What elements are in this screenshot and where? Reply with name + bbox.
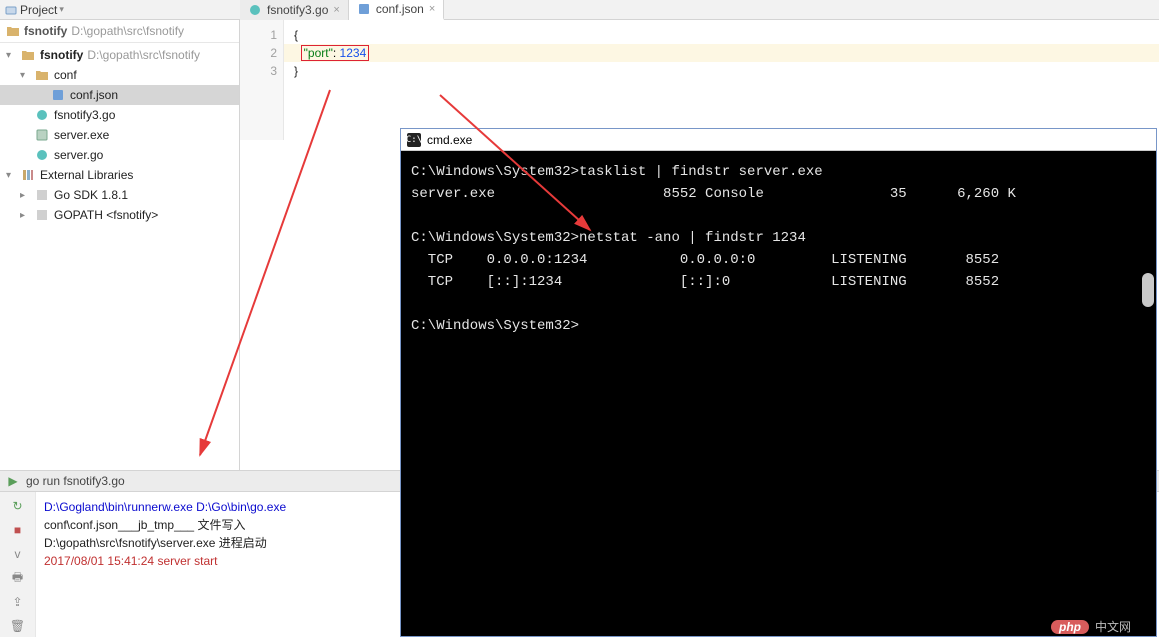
tree-item-label: server.go [54,148,103,162]
highlighted-kv: "port": 1234 [301,45,370,61]
project-label: Project [20,3,57,17]
project-dropdown[interactable]: Project ▾ [4,3,64,17]
console-line: conf\conf.json___jb_tmp___ 文件写入 [44,518,245,532]
expand-arrow-icon[interactable]: ▾ [6,50,16,61]
folder-icon [20,47,36,63]
tree-gopath[interactable]: ▸ GOPATH <fsnotify> [0,205,239,225]
line-number: 2 [240,44,277,62]
tree-item-label: GOPATH <fsnotify> [54,208,158,222]
breadcrumb: fsnotify D:\gopath\src\fsnotify [0,20,239,43]
editor-tabs: fsnotify3.go × conf.json × [240,0,1159,20]
watermark-text: 中文网 [1095,618,1131,635]
tab-label: conf.json [376,2,424,16]
project-icon [4,3,18,17]
code-editor[interactable]: 1 2 3 { "port": 1234 } [240,20,1159,140]
library-icon [20,167,36,183]
tree-file-server-exe[interactable]: server.exe [0,125,239,145]
folder-icon [34,67,50,83]
tree-item-label: External Libraries [40,168,133,182]
watermark: php 中文网 [1051,618,1131,635]
print-icon[interactable]: 🖶 [10,570,26,586]
chevron-down-icon: ▾ [59,4,64,15]
run-config-name[interactable]: go run fsnotify3.go [26,474,125,488]
console-line: 2017/08/01 15:41:24 server start [44,554,217,568]
rerun-icon[interactable]: ↻ [10,498,26,514]
tree-item-label: fsnotify3.go [54,108,115,122]
json-file-icon [357,2,371,16]
scrollbar-thumb[interactable] [1142,273,1154,307]
tree-go-sdk[interactable]: ▸ Go SDK 1.8.1 [0,185,239,205]
expand-arrow-icon[interactable]: ▸ [20,190,30,201]
expand-arrow-icon[interactable]: ▸ [20,210,30,221]
console-gutter: ↻ ■ v 🖶 ⇪ 🗑 [0,492,36,637]
tree-item-label: server.exe [54,128,109,142]
breadcrumb-root: fsnotify [24,24,67,38]
sdk-icon [34,187,50,203]
editor-body[interactable]: { "port": 1234 } [284,20,1159,140]
tab-label: fsnotify3.go [267,3,328,17]
stop-icon[interactable]: ■ [10,522,26,538]
exe-file-icon [34,127,50,143]
tree-file-fsnotify3[interactable]: fsnotify3.go [0,105,239,125]
line-number: 3 [240,62,277,80]
go-file-icon [34,107,50,123]
sdk-icon [34,207,50,223]
cmd-titlebar[interactable]: C:\ cmd.exe [401,129,1156,151]
cmd-icon: C:\ [407,133,421,147]
console-line: D:\gopath\src\fsnotify\server.exe 进程启动 [44,536,267,550]
json-file-icon [50,87,66,103]
tab-conf-json[interactable]: conf.json × [349,0,444,20]
folder-icon [6,24,20,38]
tree-item-label: Go SDK 1.8.1 [54,188,128,202]
tree-file-server-go[interactable]: server.go [0,145,239,165]
go-file-icon [248,3,262,17]
cmd-window: C:\ cmd.exe C:\Windows\System32>tasklist… [400,128,1157,637]
scroll-icon[interactable]: v [10,546,26,562]
tree-item-label: conf [54,68,77,82]
breadcrumb-path: D:\gopath\src\fsnotify [71,24,184,38]
project-tree[interactable]: ▾ fsnotify D:\gopath\src\fsnotify ▾ conf… [0,43,239,227]
tree-item-label: conf.json [70,88,118,102]
tree-root[interactable]: ▾ fsnotify D:\gopath\src\fsnotify [0,45,239,65]
expand-arrow-icon[interactable]: ▾ [6,170,16,181]
tree-item-path: D:\gopath\src\fsnotify [87,48,200,62]
watermark-brand: php [1051,620,1089,634]
code-brace: { [294,28,298,42]
cmd-title-text: cmd.exe [427,133,472,147]
cmd-output[interactable]: C:\Windows\System32>tasklist | findstr s… [401,151,1156,347]
line-number: 1 [240,26,277,44]
editor-gutter: 1 2 3 [240,20,284,140]
tree-folder-conf[interactable]: ▾ conf [0,65,239,85]
tab-fsnotify3[interactable]: fsnotify3.go × [240,0,349,20]
close-icon[interactable]: × [333,4,339,16]
clear-icon[interactable]: 🗑 [10,618,26,634]
tree-file-conf-json[interactable]: conf.json [0,85,239,105]
code-brace: } [294,64,298,78]
run-icon[interactable]: ▶ [6,474,20,488]
export-icon[interactable]: ⇪ [10,594,26,610]
expand-arrow-icon[interactable]: ▾ [20,70,30,81]
tree-item-label: fsnotify [40,48,83,62]
project-tree-panel: fsnotify D:\gopath\src\fsnotify ▾ fsnoti… [0,20,240,470]
tree-external-libs[interactable]: ▾ External Libraries [0,165,239,185]
console-line: D:\Gogland\bin\runnerw.exe D:\Go\bin\go.… [44,500,286,514]
close-icon[interactable]: × [429,3,435,15]
go-file-icon [34,147,50,163]
